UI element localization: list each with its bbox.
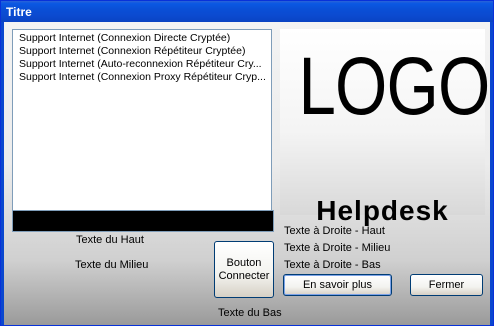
list-item[interactable]: Support Internet (Auto-reconnexion Répét… <box>19 58 265 71</box>
helpdesk-window: Titre Support Internet (Connexion Direct… <box>0 0 494 326</box>
text-bottom: Texte du Bas <box>218 307 282 319</box>
list-item[interactable]: Support Internet (Connexion Proxy Répéti… <box>19 71 265 84</box>
logo-subtitle: Helpdesk <box>316 195 449 226</box>
text-right-bottom: Texte à Droite - Bas <box>284 259 381 271</box>
connect-button-label-line1: Bouton <box>226 256 262 269</box>
close-button[interactable]: Fermer <box>410 274 483 296</box>
connection-list[interactable]: Support Internet (Connexion Directe Cryp… <box>12 29 272 229</box>
window-border-left <box>1 22 4 325</box>
window-border-right <box>490 22 493 325</box>
text-right-top: Texte à Droite - Haut <box>284 225 385 237</box>
text-top: Texte du Haut <box>76 234 144 246</box>
title-bar[interactable]: Titre <box>1 1 493 22</box>
connect-button-label-line2: Connecter <box>218 269 270 282</box>
progress-bar <box>12 210 274 232</box>
logo-panel: LOGO Helpdesk <box>280 29 490 226</box>
text-middle: Texte du Milieu <box>75 259 149 271</box>
list-item[interactable]: Support Internet (Connexion Directe Cryp… <box>19 32 265 45</box>
learn-more-button[interactable]: En savoir plus <box>283 274 392 296</box>
connect-button[interactable]: Bouton Connecter <box>214 241 274 298</box>
logo: LOGO <box>298 41 490 132</box>
list-item[interactable]: Support Internet (Connexion Répétiteur C… <box>19 45 265 58</box>
text-right-middle: Texte à Droite - Milieu <box>284 242 391 254</box>
window-title: Titre <box>6 5 32 19</box>
